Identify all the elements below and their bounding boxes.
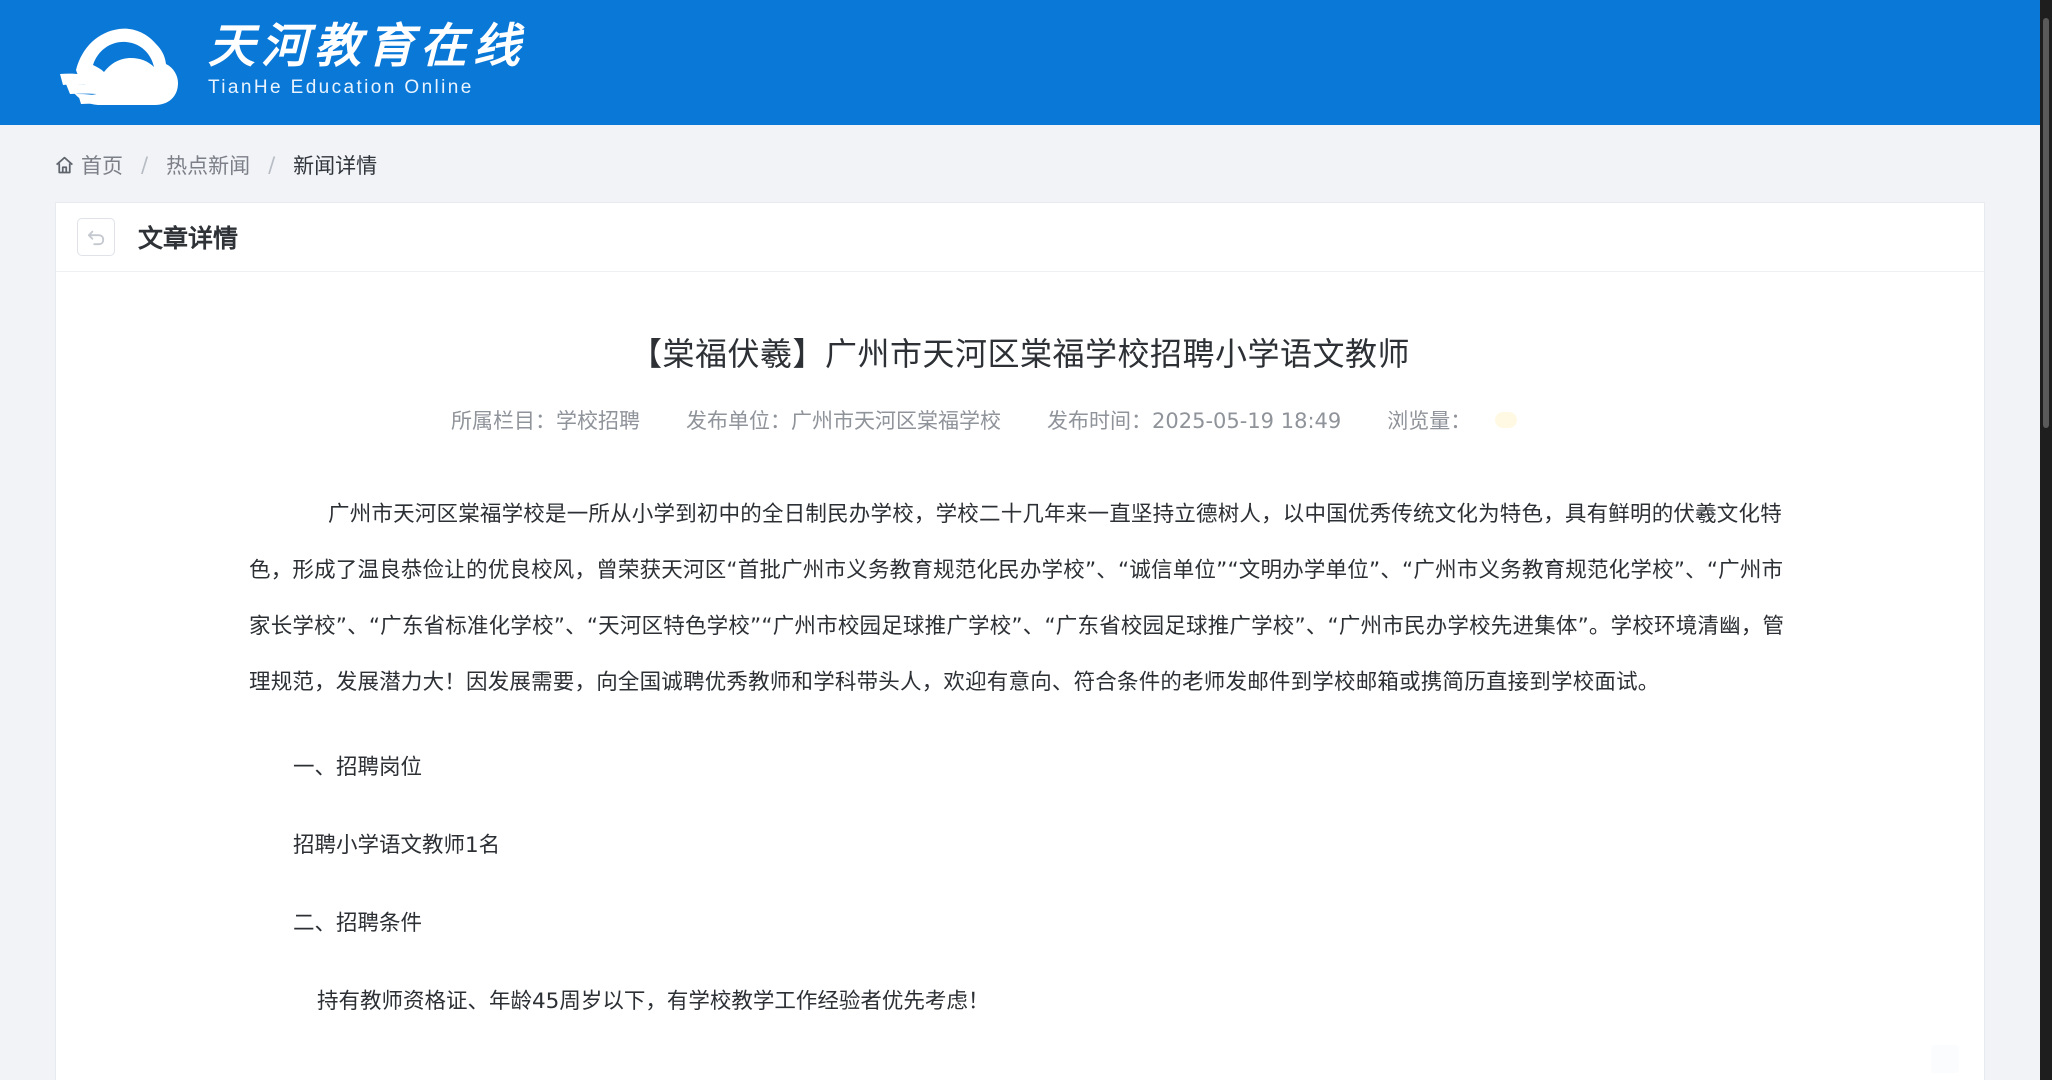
article-meta: 所属栏目：学校招聘 发布单位：广州市天河区棠福学校 发布时间：2025-05-1… xyxy=(451,405,1518,435)
breadcrumb-home-label: 首页 xyxy=(81,154,123,178)
breadcrumb-current: 新闻详情 xyxy=(293,154,378,178)
article-card: 文章详情 【棠福伏羲】广州市天河区棠福学校招聘小学语文教师 所属栏目：学校招聘 … xyxy=(55,202,1985,1080)
article-category: 所属栏目：学校招聘 xyxy=(451,409,640,433)
scrollbar-thumb[interactable] xyxy=(2043,18,2049,428)
breadcrumb: 首页 / 热点新闻 / 新闻详情 xyxy=(54,150,377,180)
breadcrumb-separator: / xyxy=(141,153,149,177)
position-list: 招聘小学语文教师1名 xyxy=(293,833,501,858)
site-logo-icon[interactable] xyxy=(58,16,180,108)
views-placeholder xyxy=(1495,412,1518,428)
page: 天河教育在线 TianHe Education Online 首页 / 热点新闻… xyxy=(0,0,2040,1080)
floating-corner-button[interactable] xyxy=(1931,1045,1959,1073)
article-intro: 广州市天河区棠福学校是一所从小学到初中的全日制民办学校，学校二十几年来一直坚持立… xyxy=(249,502,1785,695)
article-title: 【棠福伏羲】广州市天河区棠福学校招聘小学语文教师 xyxy=(629,335,1410,373)
card-title: 文章详情 xyxy=(138,224,239,253)
vertical-scrollbar[interactable] xyxy=(2040,0,2052,1080)
site-name-en: TianHe Education Online xyxy=(208,77,474,98)
section-heading-positions: 一、招聘岗位 xyxy=(293,755,423,780)
back-button[interactable] xyxy=(77,218,115,256)
breadcrumb-home-link[interactable]: 首页 xyxy=(54,150,123,180)
section-heading-conditions: 二、招聘条件 xyxy=(293,911,423,936)
article-publisher: 发布单位：广州市天河区棠福学校 xyxy=(686,409,1001,433)
article-views: 浏览量： xyxy=(1387,405,1518,435)
site-name-cn: 天河教育在线 xyxy=(208,19,526,74)
article-card-header: 文章详情 xyxy=(56,203,1984,272)
home-icon xyxy=(56,156,73,173)
site-header: 天河教育在线 TianHe Education Online xyxy=(0,0,2040,125)
article-views-label: 浏览量： xyxy=(1387,409,1472,433)
conditions-text: 持有教师资格证、年龄45周岁以下，有学校教学工作经验者优先考虑！ xyxy=(317,989,990,1014)
article-published-at: 发布时间：2025-05-19 18:49 xyxy=(1047,409,1342,433)
article-body: 广州市天河区棠福学校是一所从小学到初中的全日制民办学校，学校二十几年来一直坚持立… xyxy=(249,487,1799,1041)
back-icon xyxy=(87,230,105,246)
breadcrumb-hot-news-link[interactable]: 热点新闻 xyxy=(166,150,250,180)
breadcrumb-separator: / xyxy=(268,153,276,177)
